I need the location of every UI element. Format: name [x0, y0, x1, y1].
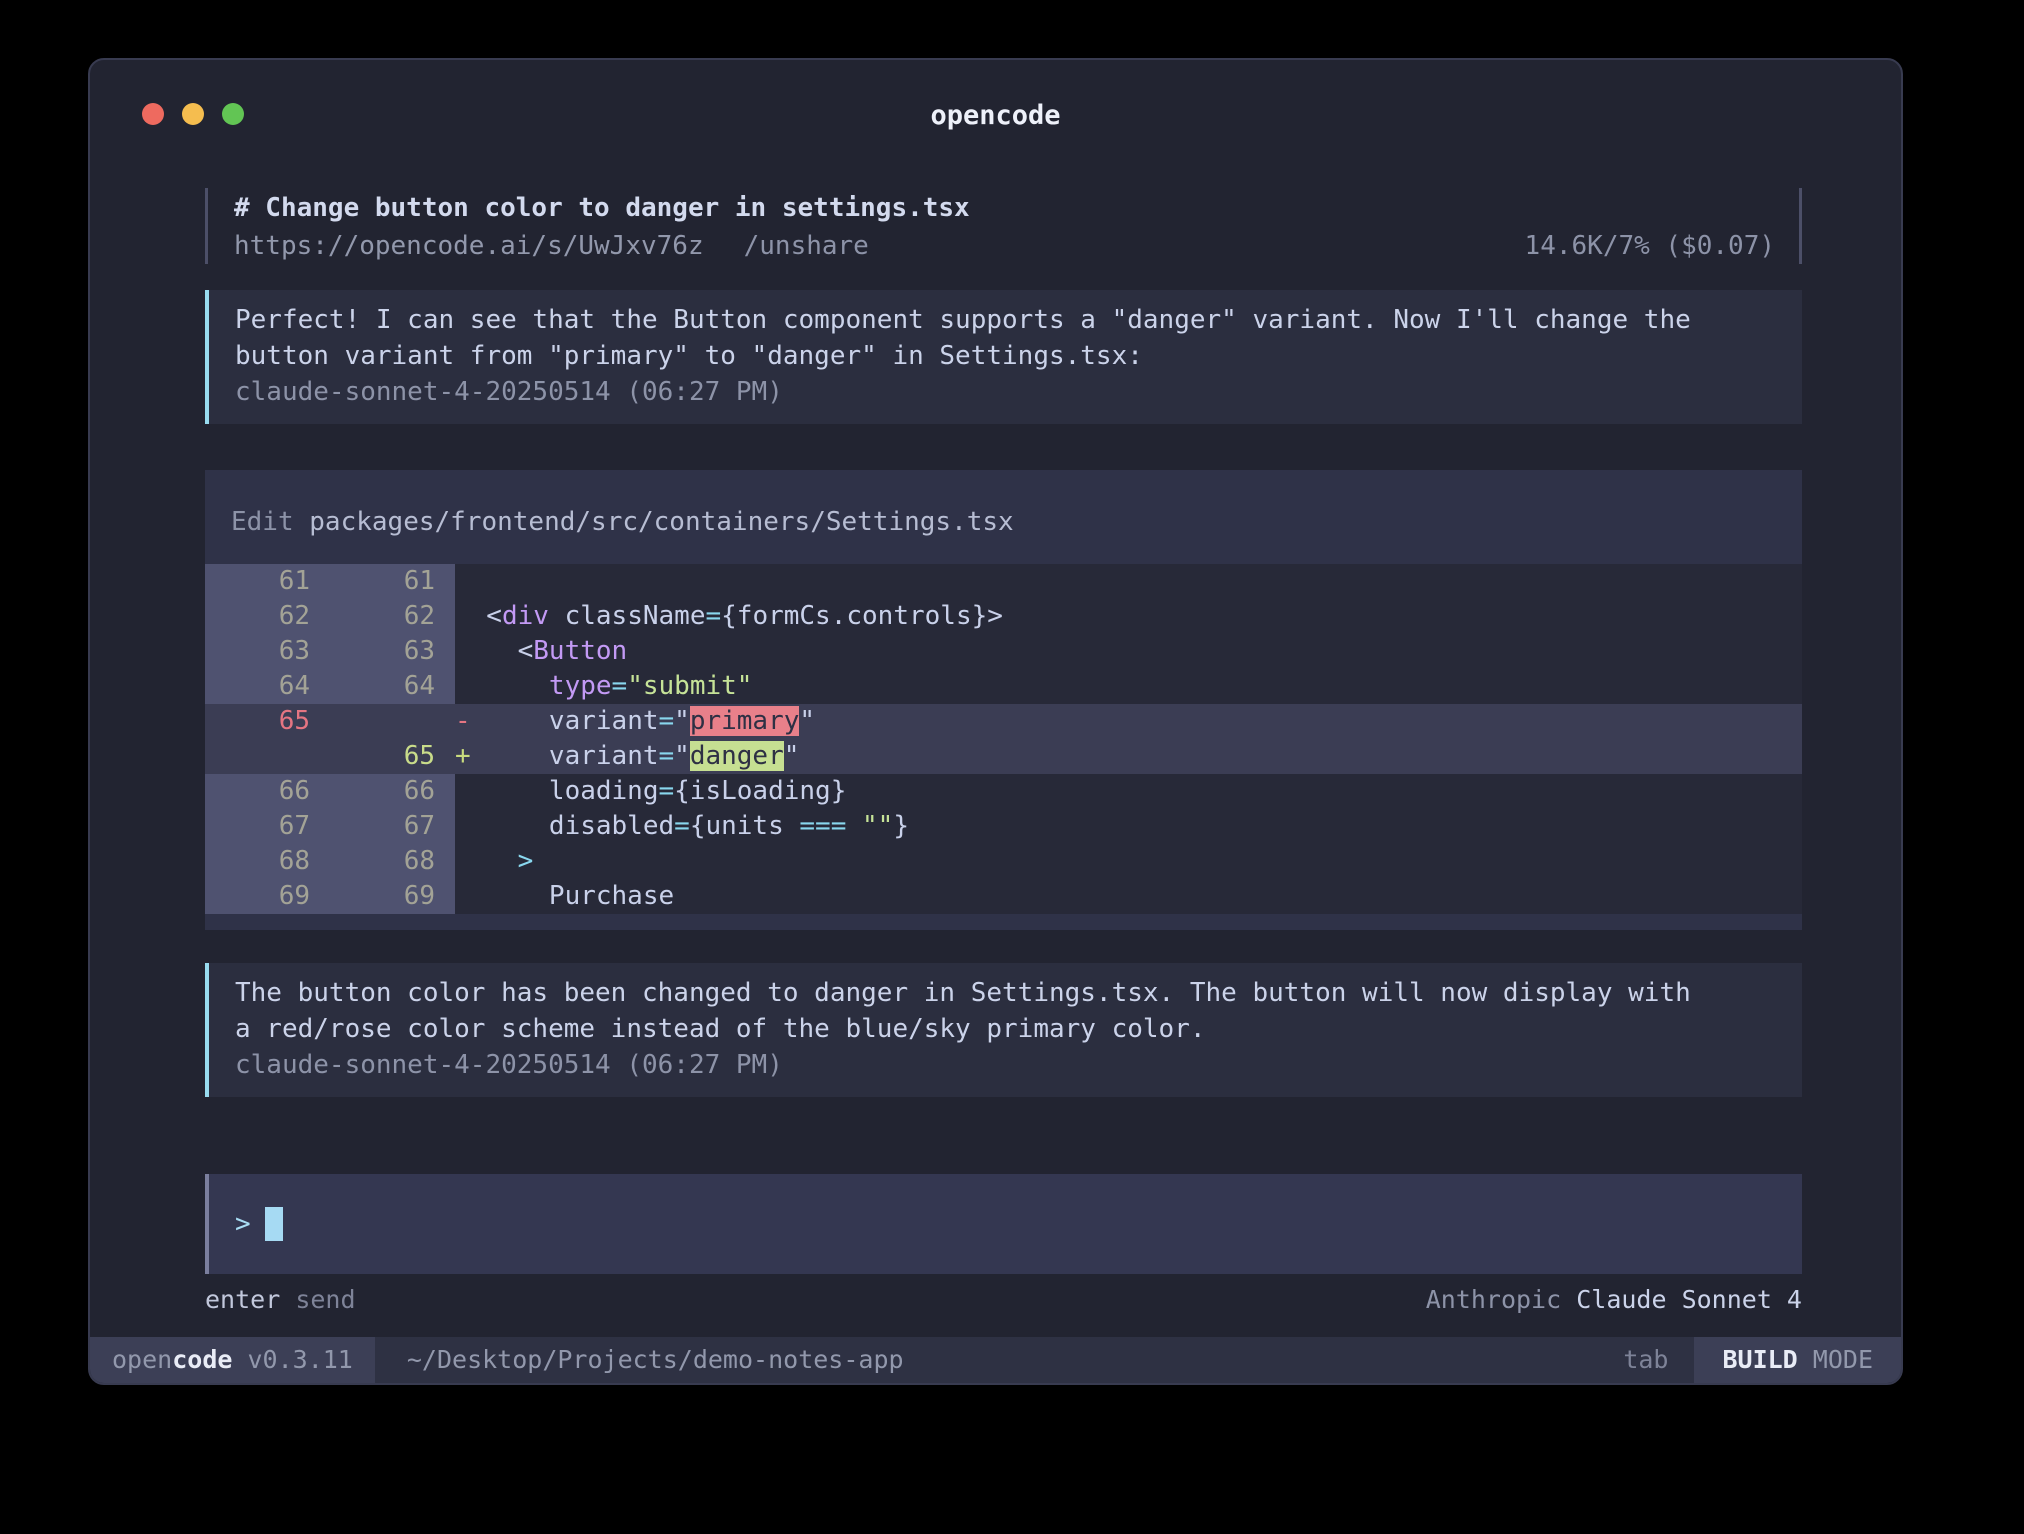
prompt-chevron: >: [235, 1209, 251, 1239]
message-model-timestamp: claude-sonnet-4-20250514 (06:27 PM): [235, 374, 1776, 410]
send-label: send: [295, 1285, 355, 1314]
app-version-chip: opencode v0.3.11: [90, 1337, 375, 1383]
diff-row: 6464 type="submit": [205, 669, 1802, 704]
tab-key-hint[interactable]: tab: [1597, 1337, 1694, 1383]
message-line: The button color has been changed to dan…: [235, 975, 1776, 1011]
build-mode-badge: BUILD MODE: [1694, 1337, 1901, 1383]
diff-rows: 61616262 <div className={formCs.controls…: [205, 564, 1802, 914]
titlebar: opencode: [90, 60, 1901, 152]
session-title: # Change button color to danger in setti…: [234, 190, 1775, 226]
enter-key-hint: enter: [205, 1285, 280, 1314]
diff-row: 6262 <div className={formCs.controls}>: [205, 599, 1802, 634]
session-subrow: https://opencode.ai/s/UwJxv76z /unshare …: [234, 228, 1775, 264]
edit-header: Edit packages/frontend/src/containers/Se…: [205, 504, 1802, 564]
mode-secondary: MODE: [1798, 1345, 1873, 1374]
prompt-input[interactable]: >: [205, 1174, 1802, 1274]
app-name-bold: code: [172, 1345, 232, 1374]
session-header: # Change button color to danger in setti…: [205, 188, 1802, 264]
message-line: a red/rose color scheme instead of the b…: [235, 1011, 1776, 1047]
diff-row: 6363 <Button: [205, 634, 1802, 669]
edit-action-label: Edit: [231, 507, 294, 537]
unshare-command[interactable]: /unshare: [744, 228, 869, 264]
hint-row: enter send Anthropic Claude Sonnet 4: [205, 1282, 1802, 1318]
share-url-link[interactable]: https://opencode.ai/s/UwJxv76z: [234, 228, 704, 264]
message-line: Perfect! I can see that the Button compo…: [235, 302, 1776, 338]
mode-primary: BUILD: [1722, 1345, 1797, 1374]
assistant-message: The button color has been changed to dan…: [205, 963, 1802, 1097]
window-title: opencode: [90, 100, 1901, 131]
text-cursor: [265, 1207, 283, 1241]
model-name: Claude Sonnet 4: [1576, 1285, 1802, 1314]
send-hint: enter send: [205, 1282, 356, 1318]
token-usage-cost: 14.6K/7% ($0.07): [1525, 228, 1775, 264]
app-name-dim: open: [112, 1345, 172, 1374]
edit-file-path: packages/frontend/src/containers/Setting…: [309, 507, 1013, 537]
model-indicator: Anthropic Claude Sonnet 4: [1426, 1282, 1802, 1318]
working-directory: ~/Desktop/Projects/demo-notes-app: [407, 1337, 904, 1383]
message-line: button variant from "primary" to "danger…: [235, 338, 1776, 374]
diff-row: 6969 Purchase: [205, 879, 1802, 914]
app-version: v0.3.11: [232, 1345, 352, 1374]
diff-row: 65+ variant="danger": [205, 739, 1802, 774]
diff-row: 6161: [205, 564, 1802, 599]
diff-row: 6767 disabled={units === ""}: [205, 809, 1802, 844]
diff-row: 65- variant="primary": [205, 704, 1802, 739]
model-provider: Anthropic: [1426, 1285, 1561, 1314]
assistant-message: Perfect! I can see that the Button compo…: [205, 290, 1802, 424]
message-model-timestamp: claude-sonnet-4-20250514 (06:27 PM): [235, 1047, 1776, 1083]
status-bar: opencode v0.3.11 ~/Desktop/Projects/demo…: [90, 1337, 1901, 1383]
opencode-window: opencode # Change button color to danger…: [88, 58, 1903, 1385]
diff-row: 6666 loading={isLoading}: [205, 774, 1802, 809]
diff-row: 6868 >: [205, 844, 1802, 879]
edit-tool-block: Edit packages/frontend/src/containers/Se…: [205, 470, 1802, 930]
